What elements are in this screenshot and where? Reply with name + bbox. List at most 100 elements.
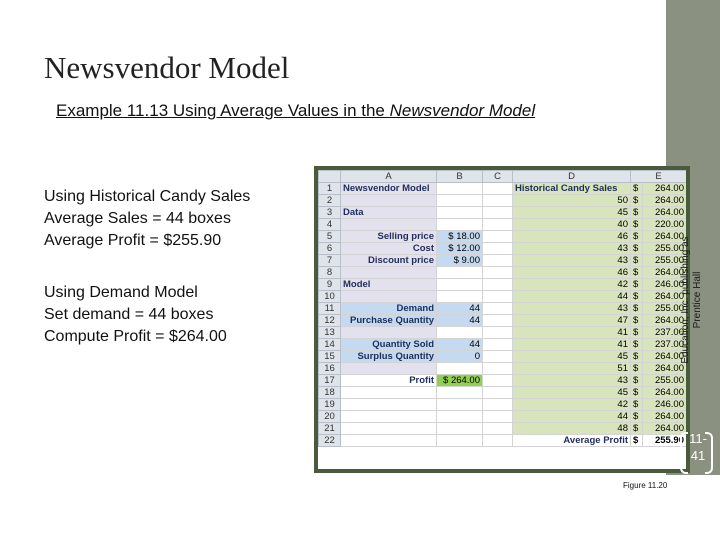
row-header: 14 — [318, 338, 341, 351]
cell-e-currency: $ — [630, 242, 643, 255]
cell-b: $ 9.00 — [436, 254, 483, 267]
table-row: 11 Demand 44 43 $255.00 — [318, 302, 686, 315]
cell-a: Model — [340, 278, 437, 291]
cell-e-currency: $ — [630, 302, 643, 315]
example-subtitle: Example 11.13 Using Average Values in th… — [56, 101, 535, 121]
cell-d: 41 — [512, 338, 631, 351]
cell-c — [482, 266, 513, 279]
row-header: 2 — [318, 194, 341, 207]
demand-line: Compute Profit = $264.00 — [44, 328, 227, 345]
cell-c — [482, 338, 513, 351]
historical-line: Average Profit = $255.90 — [44, 232, 222, 249]
row-header: 12 — [318, 314, 341, 327]
copyright-line: Education, Inc. publishing as — [680, 236, 691, 364]
cell-d: 51 — [512, 362, 631, 375]
cell-a — [340, 434, 437, 447]
cell-e-value: 264.00 — [642, 194, 686, 207]
corner-cell — [318, 170, 341, 183]
cell-a — [340, 386, 437, 399]
row-header: 6 — [318, 242, 341, 255]
cell-e-currency: $ — [630, 182, 643, 195]
cell-d: Historical Candy Sales — [512, 182, 631, 195]
cell-c — [482, 290, 513, 303]
sidebar-bottom — [666, 475, 720, 540]
cell-a — [340, 194, 437, 207]
cell-a — [340, 422, 437, 435]
cell-b: 0 — [436, 350, 483, 363]
cell-b — [436, 398, 483, 411]
row-header: 8 — [318, 266, 341, 279]
cell-e-value: 220.00 — [642, 218, 686, 231]
cell-e-currency: $ — [630, 434, 643, 447]
cell-a — [340, 290, 437, 303]
cell-a: Quantity Sold — [340, 338, 437, 351]
cell-e-value: 264.00 — [642, 182, 686, 195]
table-row: 5 Selling price $ 18.00 46 $264.00 — [318, 230, 686, 243]
cell-c — [482, 230, 513, 243]
cell-e-currency: $ — [630, 290, 643, 303]
row-header: 21 — [318, 422, 341, 435]
cell-b: $ 264.00 — [436, 374, 483, 387]
cell-a: Profit — [340, 374, 437, 387]
table-row: 19 42 $246.00 — [318, 398, 686, 411]
cell-d: 45 — [512, 350, 631, 363]
row-header: 1 — [318, 182, 341, 195]
cell-d: 45 — [512, 386, 631, 399]
cell-d: 44 — [512, 290, 631, 303]
column-header: E — [630, 170, 686, 183]
row-header: 9 — [318, 278, 341, 291]
cell-d: 43 — [512, 254, 631, 267]
row-header: 11 — [318, 302, 341, 315]
cell-e-value: 246.00 — [642, 398, 686, 411]
cell-c — [482, 398, 513, 411]
table-row: 18 45 $264.00 — [318, 386, 686, 399]
cell-e-currency: $ — [630, 374, 643, 387]
cell-c — [482, 410, 513, 423]
cell-b — [436, 326, 483, 339]
row-header: 17 — [318, 374, 341, 387]
cell-e-value: 264.00 — [642, 386, 686, 399]
spreadsheet-grid: A B C D E 1 Newsvendor Model Historical Candy S… — [318, 170, 686, 447]
table-row: 15 Surplus Quantity 0 45 $264.00 — [318, 350, 686, 363]
cell-d: 40 — [512, 218, 631, 231]
table-row: 12 Purchase Quantity 44 47 $264.00 — [318, 314, 686, 327]
cell-a — [340, 266, 437, 279]
cell-c — [482, 242, 513, 255]
historical-line: Average Sales = 44 boxes — [44, 210, 231, 227]
row-header: 10 — [318, 290, 341, 303]
cell-e-currency: $ — [630, 398, 643, 411]
table-row: 1 Newsvendor Model Historical Candy Sales $… — [318, 182, 686, 195]
cell-c — [482, 374, 513, 387]
row-header: 3 — [318, 206, 341, 219]
subtitle-text: Example 11.13 Using Average Values in th… — [56, 101, 390, 120]
row-header: 5 — [318, 230, 341, 243]
row-header: 22 — [318, 434, 341, 447]
cell-c — [482, 194, 513, 207]
cell-c — [482, 314, 513, 327]
table-row: 17 Profit $ 264.00 43 $255.00 — [318, 374, 686, 387]
table-row: 6 Cost $ 12.00 43 $255.00 — [318, 242, 686, 255]
cell-d: 43 — [512, 242, 631, 255]
cell-e-currency: $ — [630, 350, 643, 363]
cell-b — [436, 362, 483, 375]
row-header: 15 — [318, 350, 341, 363]
row-header: 4 — [318, 218, 341, 231]
cell-a: Selling price — [340, 230, 437, 243]
cell-d: 46 — [512, 230, 631, 243]
column-header-row: ABCDE — [318, 170, 686, 183]
cell-a: Purchase Quantity — [340, 314, 437, 327]
cell-a: Demand — [340, 302, 437, 315]
demand-line: Using Demand Model — [44, 284, 198, 301]
cell-e-value: 264.00 — [642, 422, 686, 435]
table-row: 20 44 $264.00 — [318, 410, 686, 423]
historical-summary: Using Historical Candy Sales Average Sal… — [44, 186, 250, 252]
table-row: 3 Data 45 $264.00 — [318, 206, 686, 219]
cell-d: 50 — [512, 194, 631, 207]
cell-c — [482, 326, 513, 339]
cell-d: 45 — [512, 206, 631, 219]
table-row: 7 Discount price $ 9.00 43 $255.00 — [318, 254, 686, 267]
demand-line: Set demand = 44 boxes — [44, 306, 214, 323]
row-header: 16 — [318, 362, 341, 375]
table-row: 14 Quantity Sold 44 41 $237.00 — [318, 338, 686, 351]
table-row: 22 Average Profit $255.90 — [318, 434, 686, 447]
